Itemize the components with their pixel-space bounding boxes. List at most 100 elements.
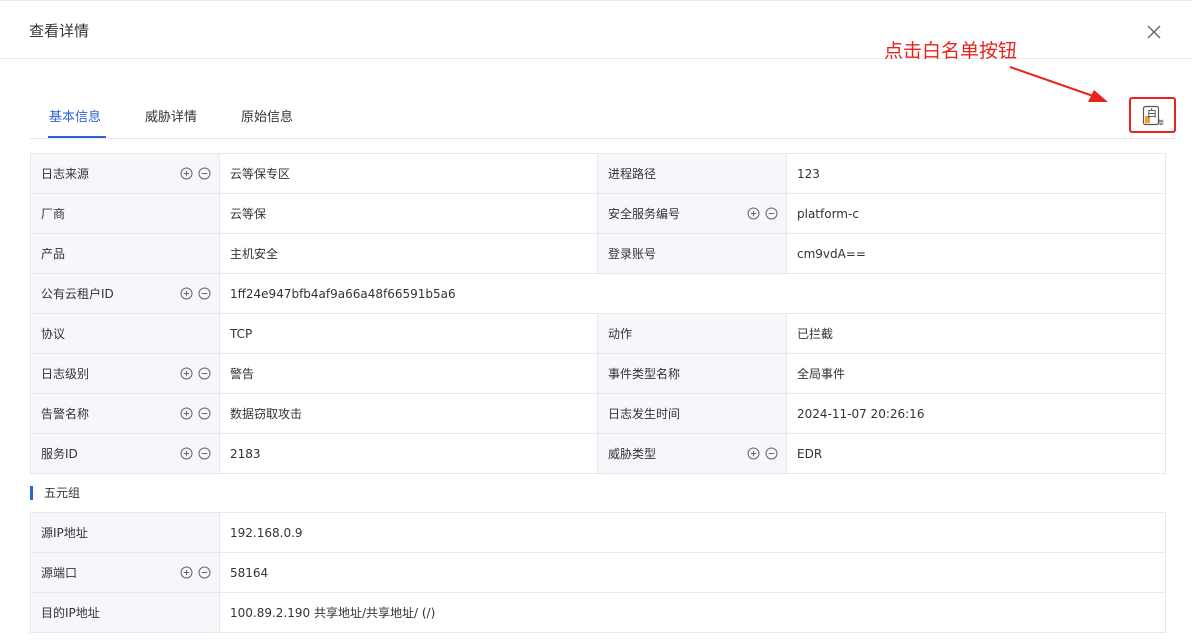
- zoom-in-icon: [747, 207, 760, 220]
- field-value-text: 1ff24e947bfb4af9a66a48f66591b5a6: [230, 286, 456, 301]
- zoom-out-button[interactable]: [198, 566, 211, 579]
- field-label-text: 厂商: [41, 207, 66, 221]
- zoom-in-button[interactable]: [180, 566, 193, 579]
- zoom-out-icon: [765, 447, 778, 460]
- field-value-text: 全局事件: [797, 367, 846, 381]
- field-value: 已拦截: [786, 313, 1166, 354]
- filter-controls: [747, 207, 778, 220]
- field-label-text: 安全服务编号: [608, 207, 681, 221]
- zoom-out-button[interactable]: [198, 367, 211, 380]
- zoom-in-button[interactable]: [180, 367, 193, 380]
- zoom-in-button[interactable]: [180, 287, 193, 300]
- field-label-text: 日志来源: [41, 167, 90, 181]
- field-value: 192.168.0.9: [219, 512, 1166, 553]
- field-value-text: 2024-11-07 20:26:16: [797, 406, 925, 421]
- field-label-text: 产品: [41, 247, 66, 261]
- field-label-text: 源IP地址: [41, 526, 88, 540]
- field-value: 全局事件: [786, 353, 1166, 394]
- field-value-text: 警告: [230, 367, 255, 381]
- filter-controls: [747, 447, 778, 460]
- field-value-text: TCP: [230, 326, 253, 341]
- filter-controls: [180, 566, 211, 579]
- whitelist-glyph-sub: 单: [1158, 119, 1164, 127]
- field-value: 123: [786, 153, 1166, 194]
- zoom-out-icon: [198, 367, 211, 380]
- field-value-text: 100.89.2.190 共享地址/共享地址/ (/): [230, 606, 436, 620]
- table-row: 源端口 58164: [30, 552, 1166, 593]
- zoom-in-icon: [180, 287, 193, 300]
- field-label: 威胁类型: [597, 433, 787, 474]
- field-value-text: 数据窃取攻击: [230, 407, 303, 421]
- tab-raw-info[interactable]: 原始信息: [241, 106, 293, 125]
- field-value: TCP: [219, 313, 598, 354]
- table-row: 目的IP地址 100.89.2.190 共享地址/共享地址/ (/): [30, 592, 1166, 633]
- field-label: 服务ID: [30, 433, 220, 474]
- tab-basic-info[interactable]: 基本信息: [49, 106, 101, 125]
- field-label-text: 公有云租户ID: [41, 287, 114, 301]
- whitelist-button[interactable]: 白 单: [1129, 97, 1176, 133]
- field-label: 动作: [597, 313, 787, 354]
- annotation-text: 点击白名单按钮: [884, 40, 1018, 62]
- zoom-out-icon: [198, 407, 211, 420]
- field-value-text: 192.168.0.9: [230, 525, 303, 540]
- zoom-in-button[interactable]: [180, 407, 193, 420]
- zoom-in-icon: [747, 447, 760, 460]
- zoom-in-icon: [180, 447, 193, 460]
- section-title-five-tuple: 五元组: [30, 486, 80, 500]
- field-value-text: 主机安全: [230, 247, 279, 261]
- field-label-text: 协议: [41, 327, 66, 341]
- field-label: 源IP地址: [30, 512, 220, 553]
- table-row: 公有云租户ID 1ff24e947bfb4af9a66a48f66591b5a6: [30, 273, 1166, 314]
- filter-controls: [180, 407, 211, 420]
- field-label-text: 事件类型名称: [608, 367, 681, 381]
- field-label: 协议: [30, 313, 220, 354]
- table-row: 厂商 云等保 安全服务编号 platform-c: [30, 193, 1166, 234]
- zoom-out-button[interactable]: [765, 447, 778, 460]
- field-value-text: EDR: [797, 446, 823, 461]
- zoom-in-button[interactable]: [747, 207, 760, 220]
- field-label-text: 动作: [608, 327, 633, 341]
- table-row: 告警名称 数据窃取攻击 日志发生时间 2024-11-07 20:26:16: [30, 393, 1166, 434]
- filter-controls: [180, 287, 211, 300]
- dialog-title: 查看详情: [29, 22, 90, 40]
- field-label: 进程路径: [597, 153, 787, 194]
- tab-threat-details[interactable]: 威胁详情: [145, 106, 197, 125]
- zoom-in-button[interactable]: [180, 447, 193, 460]
- whitelist-icon: 白 单: [1142, 105, 1164, 127]
- field-value-text: 2183: [230, 446, 261, 461]
- field-value: platform-c: [786, 193, 1166, 234]
- zoom-out-icon: [198, 287, 211, 300]
- zoom-in-icon: [180, 167, 193, 180]
- zoom-in-button[interactable]: [180, 167, 193, 180]
- field-value: 数据窃取攻击: [219, 393, 598, 434]
- close-button[interactable]: [1143, 21, 1165, 43]
- close-icon: [1147, 25, 1161, 39]
- field-value-text: cm9vdA==: [797, 246, 866, 261]
- field-label: 厂商: [30, 193, 220, 234]
- field-label: 告警名称: [30, 393, 220, 434]
- field-label: 安全服务编号: [597, 193, 787, 234]
- zoom-out-button[interactable]: [765, 207, 778, 220]
- field-value: cm9vdA==: [786, 233, 1166, 274]
- zoom-in-button[interactable]: [747, 447, 760, 460]
- filter-controls: [180, 367, 211, 380]
- zoom-in-icon: [180, 367, 193, 380]
- field-value: 100.89.2.190 共享地址/共享地址/ (/): [219, 592, 1166, 633]
- field-value-text: 云等保专区: [230, 167, 291, 181]
- field-label: 日志级别: [30, 353, 220, 394]
- zoom-out-button[interactable]: [198, 407, 211, 420]
- table-row: 日志来源 云等保专区 进程路径 123: [30, 153, 1166, 194]
- table-row: 源IP地址 192.168.0.9: [30, 512, 1166, 553]
- field-value-text: 云等保: [230, 207, 267, 221]
- field-label-text: 服务ID: [41, 447, 78, 461]
- field-label-text: 日志级别: [41, 367, 90, 381]
- zoom-out-button[interactable]: [198, 167, 211, 180]
- zoom-out-button[interactable]: [198, 447, 211, 460]
- field-label: 日志来源: [30, 153, 220, 194]
- field-label-text: 威胁类型: [608, 447, 657, 461]
- active-tab-indicator: [48, 136, 106, 138]
- zoom-out-button[interactable]: [198, 287, 211, 300]
- field-label-text: 目的IP地址: [41, 606, 100, 620]
- field-value: 云等保专区: [219, 153, 598, 194]
- field-label-text: 告警名称: [41, 407, 90, 421]
